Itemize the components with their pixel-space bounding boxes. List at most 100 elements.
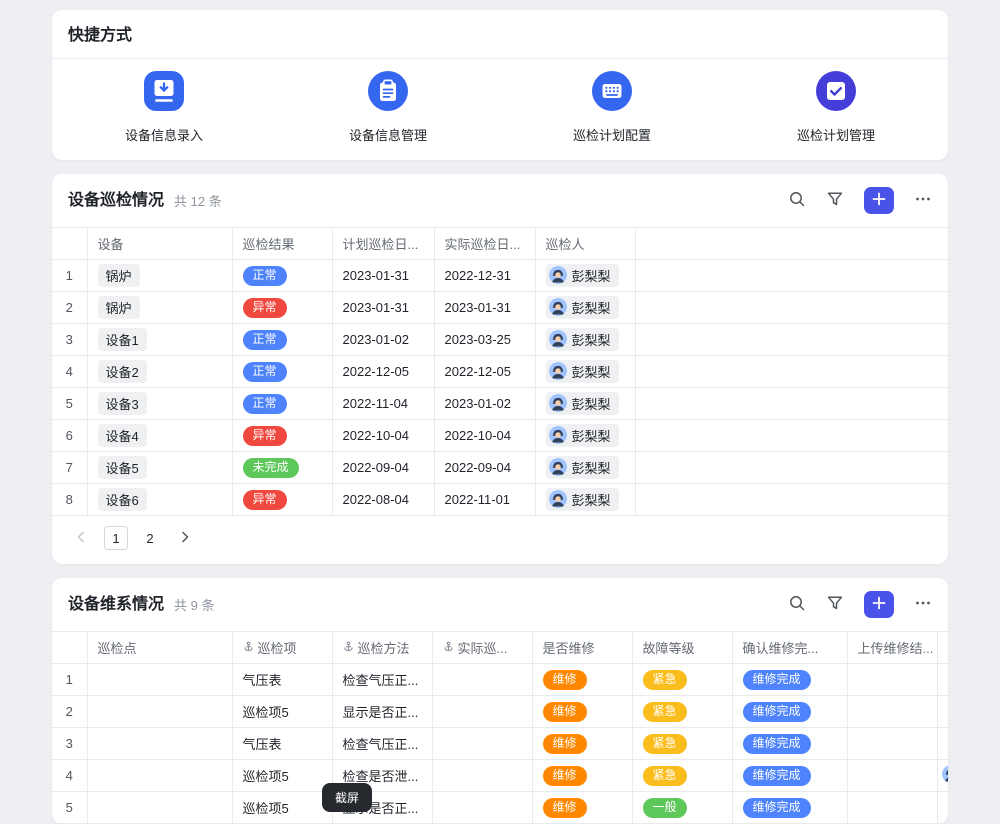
confirm-cell[interactable]: 维修完成 — [732, 728, 847, 760]
planned-date-cell[interactable]: 2022-12-05 — [332, 356, 434, 388]
last-cell[interactable] — [937, 696, 948, 728]
inspector-cell[interactable]: 彭梨梨 — [535, 420, 635, 452]
table-row[interactable]: 1 锅炉 正常 2023-01-31 2022-12-31 彭梨梨 — [52, 260, 948, 292]
table-row[interactable]: 1 气压表 检查气压正... 维修 紧急 维修完成 — [52, 664, 948, 696]
planned-date-cell[interactable]: 2022-10-04 — [332, 420, 434, 452]
last-cell[interactable] — [937, 792, 948, 824]
result-cell[interactable]: 异常 — [232, 292, 332, 324]
point-cell[interactable] — [87, 664, 232, 696]
upload-cell[interactable] — [847, 728, 937, 760]
last-cell[interactable] — [937, 760, 948, 792]
screenshot-pill[interactable]: 截屏 — [322, 783, 372, 812]
page-button-1[interactable]: 1 — [104, 526, 128, 550]
upload-cell[interactable] — [847, 792, 937, 824]
method-cell[interactable]: 显示是否正... — [332, 696, 432, 728]
method-cell[interactable]: 检查气压正... — [332, 664, 432, 696]
add-record-button[interactable] — [864, 591, 894, 618]
confirm-cell[interactable]: 维修完成 — [732, 792, 847, 824]
column-header-inspector[interactable]: 巡检人 — [535, 228, 635, 260]
table-row[interactable]: 3 气压表 检查气压正... 维修 紧急 维修完成 — [52, 728, 948, 760]
result-cell[interactable]: 异常 — [232, 484, 332, 516]
inspector-cell[interactable]: 彭梨梨 — [535, 260, 635, 292]
filter-button[interactable] — [826, 594, 844, 615]
confirm-cell[interactable]: 维修完成 — [732, 760, 847, 792]
shortcut-plan-manage[interactable]: 巡检计划管理 — [724, 71, 948, 144]
device-cell[interactable]: 设备3 — [87, 388, 232, 420]
actual-cell[interactable] — [432, 664, 532, 696]
point-cell[interactable] — [87, 792, 232, 824]
column-header-confirm[interactable]: 确认维修完... — [732, 632, 847, 664]
device-cell[interactable]: 设备6 — [87, 484, 232, 516]
search-button[interactable] — [788, 594, 806, 615]
table-row[interactable]: 2 锅炉 异常 2023-01-31 2023-01-31 彭梨梨 — [52, 292, 948, 324]
next-page-button[interactable] — [172, 526, 198, 550]
column-header-point[interactable]: 巡检点 — [87, 632, 232, 664]
actual-date-cell[interactable]: 2023-01-02 — [434, 388, 535, 420]
table-row[interactable]: 2 巡检项5 显示是否正... 维修 紧急 维修完成 — [52, 696, 948, 728]
repair-cell[interactable]: 维修 — [532, 728, 632, 760]
table-row[interactable]: 5 设备3 正常 2022-11-04 2023-01-02 彭梨梨 — [52, 388, 948, 420]
column-header-device[interactable]: 设备 — [87, 228, 232, 260]
point-cell[interactable] — [87, 760, 232, 792]
planned-date-cell[interactable]: 2023-01-31 — [332, 260, 434, 292]
page-button-2[interactable]: 2 — [138, 526, 162, 550]
inspector-cell[interactable]: 彭梨梨 — [535, 292, 635, 324]
planned-date-cell[interactable]: 2022-11-04 — [332, 388, 434, 420]
shortcut-device-manage[interactable]: 设备信息管理 — [276, 71, 500, 144]
actual-date-cell[interactable]: 2023-03-25 — [434, 324, 535, 356]
inspector-cell[interactable]: 彭梨梨 — [535, 388, 635, 420]
actual-date-cell[interactable]: 2023-01-31 — [434, 292, 535, 324]
repair-cell[interactable]: 维修 — [532, 760, 632, 792]
level-cell[interactable]: 一般 — [632, 792, 732, 824]
column-header-method[interactable]: 巡检方法 — [332, 632, 432, 664]
column-header-last[interactable]: 维... — [937, 632, 948, 664]
item-cell[interactable]: 巡检项5 — [232, 792, 332, 824]
table-row[interactable]: 7 设备5 未完成 2022-09-04 2022-09-04 彭梨梨 — [52, 452, 948, 484]
confirm-cell[interactable]: 维修完成 — [732, 696, 847, 728]
inspector-cell[interactable]: 彭梨梨 — [535, 484, 635, 516]
device-cell[interactable]: 设备4 — [87, 420, 232, 452]
more-button[interactable] — [914, 190, 932, 211]
planned-date-cell[interactable]: 2022-08-04 — [332, 484, 434, 516]
actual-cell[interactable] — [432, 728, 532, 760]
shortcut-device-entry[interactable]: 设备信息录入 — [52, 71, 276, 144]
level-cell[interactable]: 紧急 — [632, 664, 732, 696]
actual-date-cell[interactable]: 2022-12-05 — [434, 356, 535, 388]
actual-date-cell[interactable]: 2022-12-31 — [434, 260, 535, 292]
table-row[interactable]: 4 巡检项5 检查是否泄... 维修 紧急 维修完成 — [52, 760, 948, 792]
point-cell[interactable] — [87, 728, 232, 760]
actual-date-cell[interactable]: 2022-10-04 — [434, 420, 535, 452]
column-header-planned[interactable]: 计划巡检日... — [332, 228, 434, 260]
actual-cell[interactable] — [432, 696, 532, 728]
table-row[interactable]: 4 设备2 正常 2022-12-05 2022-12-05 彭梨梨 — [52, 356, 948, 388]
column-header-actual[interactable]: 实际巡... — [432, 632, 532, 664]
repair-cell[interactable]: 维修 — [532, 664, 632, 696]
result-cell[interactable]: 正常 — [232, 260, 332, 292]
device-cell[interactable]: 锅炉 — [87, 292, 232, 324]
point-cell[interactable] — [87, 696, 232, 728]
repair-cell[interactable]: 维修 — [532, 696, 632, 728]
upload-cell[interactable] — [847, 760, 937, 792]
actual-cell[interactable] — [432, 792, 532, 824]
actual-cell[interactable] — [432, 760, 532, 792]
item-cell[interactable]: 巡检项5 — [232, 696, 332, 728]
table-row[interactable]: 6 设备4 异常 2022-10-04 2022-10-04 彭梨梨 — [52, 420, 948, 452]
repair-cell[interactable]: 维修 — [532, 792, 632, 824]
planned-date-cell[interactable]: 2022-09-04 — [332, 452, 434, 484]
inspector-cell[interactable]: 彭梨梨 — [535, 356, 635, 388]
device-cell[interactable]: 设备2 — [87, 356, 232, 388]
planned-date-cell[interactable]: 2023-01-02 — [332, 324, 434, 356]
level-cell[interactable]: 紧急 — [632, 760, 732, 792]
result-cell[interactable]: 异常 — [232, 420, 332, 452]
last-cell[interactable] — [937, 664, 948, 696]
more-button[interactable] — [914, 594, 932, 615]
actual-date-cell[interactable]: 2022-11-01 — [434, 484, 535, 516]
column-header-actual[interactable]: 实际巡检日... — [434, 228, 535, 260]
column-header-result[interactable]: 巡检结果 — [232, 228, 332, 260]
confirm-cell[interactable]: 维修完成 — [732, 664, 847, 696]
device-cell[interactable]: 设备5 — [87, 452, 232, 484]
upload-cell[interactable] — [847, 696, 937, 728]
item-cell[interactable]: 巡检项5 — [232, 760, 332, 792]
result-cell[interactable]: 正常 — [232, 356, 332, 388]
table-row[interactable]: 3 设备1 正常 2023-01-02 2023-03-25 彭梨梨 — [52, 324, 948, 356]
